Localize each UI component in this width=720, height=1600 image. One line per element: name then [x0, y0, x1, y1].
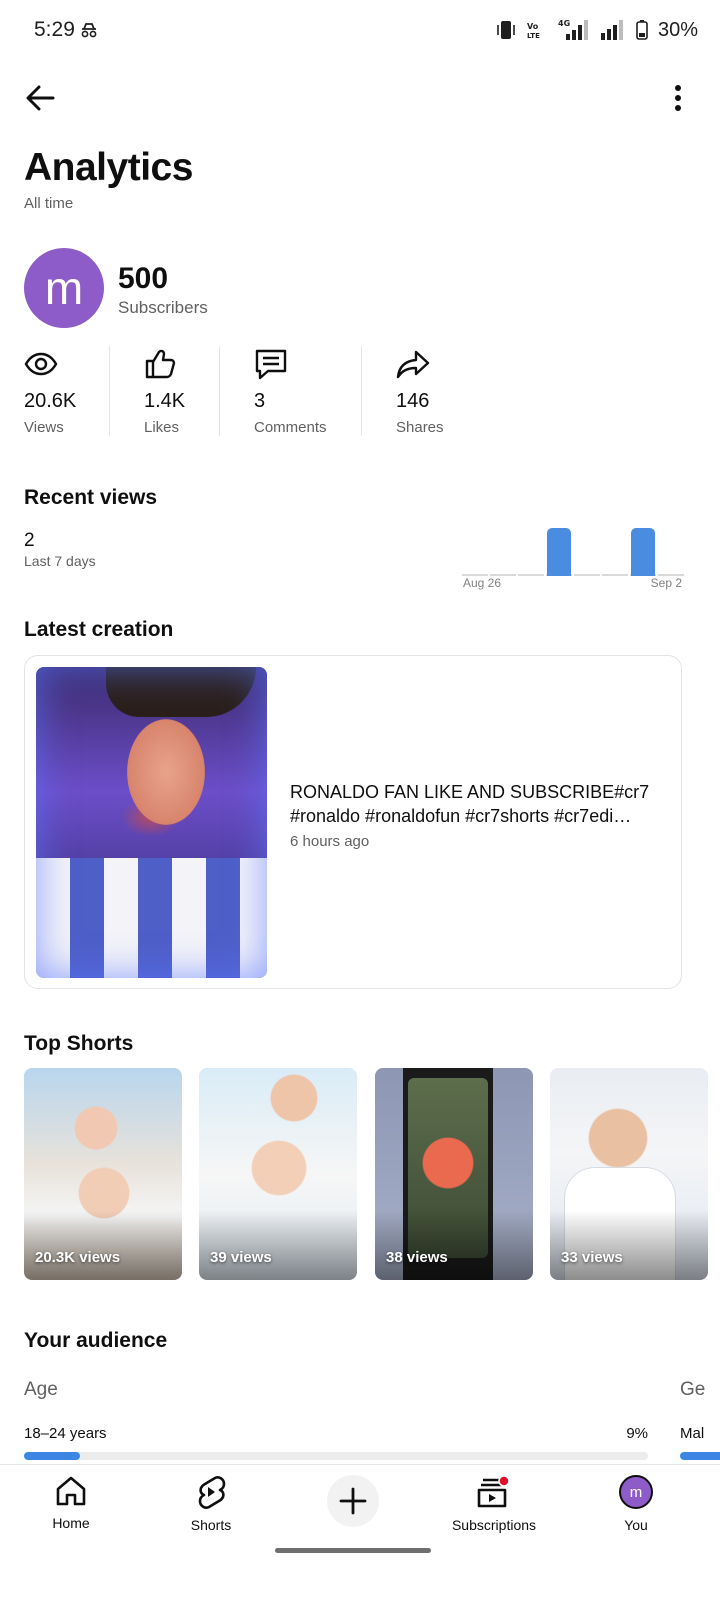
- share-icon: [396, 350, 430, 379]
- short-card[interactable]: 39 views: [199, 1068, 357, 1280]
- chart-bar: [631, 528, 655, 576]
- nav-shorts[interactable]: Shorts: [151, 1475, 271, 1533]
- status-icons: Vo LTE 4G 30%: [496, 16, 698, 44]
- more-vert-icon: [675, 85, 681, 111]
- age-range-percent: 9%: [626, 1425, 648, 1442]
- stat-shares: 146 Shares: [396, 346, 444, 436]
- home-indicator: [275, 1548, 431, 1553]
- status-time: 5:29: [34, 18, 75, 41]
- shares-value: 146: [396, 390, 430, 412]
- page-subtitle: All time: [24, 195, 74, 212]
- stat-divider: [361, 346, 362, 436]
- latest-creation-title: Latest creation: [24, 618, 174, 641]
- nav-shorts-label: Shorts: [190, 1517, 232, 1533]
- video-title-line1: RONALDO FAN LIKE AND SUBSCRIBE#cr7: [290, 782, 650, 802]
- short-card[interactable]: 38 views: [375, 1068, 533, 1280]
- gender-male-label: Mal: [680, 1425, 705, 1442]
- nav-you-label: You: [624, 1517, 648, 1533]
- latest-creation-video-title[interactable]: RONALDO FAN LIKE AND SUBSCRIBE#cr7 #rona…: [290, 780, 662, 828]
- short-views: 39 views: [210, 1249, 272, 1266]
- top-shorts-title: Top Shorts: [24, 1032, 134, 1055]
- eye-icon: [24, 352, 58, 376]
- signal-icon: [600, 19, 626, 41]
- svg-text:4G: 4G: [558, 19, 570, 28]
- likes-value: 1.4K: [144, 390, 186, 412]
- battery-icon: [636, 20, 648, 40]
- page-title: Analytics: [24, 146, 193, 189]
- age-range-label: 18–24 years: [24, 1425, 107, 1442]
- back-button[interactable]: [22, 80, 58, 116]
- gender-progress-fill: [680, 1452, 720, 1460]
- stat-likes: 1.4K Likes: [144, 346, 185, 436]
- views-value: 20.6K: [24, 390, 77, 412]
- chart-baseline: [518, 574, 544, 576]
- chart-baseline: [602, 574, 628, 576]
- nav-home[interactable]: Home: [11, 1475, 131, 1531]
- audience-title: Your audience: [24, 1329, 168, 1352]
- nav-subscriptions[interactable]: Subscriptions: [434, 1475, 554, 1533]
- chart-x-label-end: Sep 2: [650, 576, 682, 590]
- incognito-icon: [80, 22, 98, 43]
- nav-you[interactable]: m You: [576, 1475, 696, 1533]
- you-avatar: m: [619, 1475, 653, 1509]
- recent-views-title: Recent views: [24, 486, 158, 509]
- status-bar: 5:29 Vo LTE 4G 30%: [0, 0, 720, 62]
- more-options-button[interactable]: [666, 80, 690, 116]
- subscriber-count: 500: [118, 262, 169, 295]
- stat-views: 20.6K Views: [24, 346, 76, 436]
- comments-label: Comments: [254, 419, 327, 436]
- bottom-nav: Home Shorts Subscriptions m You: [0, 1464, 720, 1600]
- svg-text:LTE: LTE: [527, 32, 540, 40]
- recent-views-period: Last 7 days: [24, 553, 96, 569]
- recent-views-value: 2: [24, 530, 35, 551]
- age-progress-track: [24, 1452, 648, 1460]
- subscriber-label: Subscribers: [118, 298, 208, 317]
- short-views: 38 views: [386, 1249, 448, 1266]
- chart-x-label-start: Aug 26: [463, 576, 502, 590]
- age-progress-fill: [24, 1452, 81, 1460]
- short-views: 20.3K views: [35, 1249, 121, 1266]
- create-button[interactable]: [327, 1475, 379, 1527]
- likes-label: Likes: [144, 419, 180, 436]
- home-icon: [56, 1476, 86, 1506]
- volte-icon: Vo LTE: [526, 20, 546, 40]
- latest-creation-time: 6 hours ago: [290, 833, 370, 850]
- thumbs-up-icon: [145, 349, 176, 379]
- stats-row: 20.6K Views 1.4K Likes 3 Comments 146 Sh…: [0, 346, 720, 436]
- subscriptions-icon: [477, 1475, 510, 1508]
- stat-comments: 3 Comments: [254, 346, 327, 436]
- plus-icon: [339, 1487, 367, 1515]
- top-shorts-row: 20.3K views 39 views 38 views 33 views: [24, 1068, 720, 1280]
- comment-icon: [255, 349, 287, 380]
- shorts-icon: [198, 1476, 226, 1509]
- nav-home-label: Home: [52, 1515, 90, 1531]
- audience-gender-label: Ge: [680, 1379, 706, 1400]
- short-card[interactable]: 20.3K views: [24, 1068, 182, 1280]
- vibrate-icon: [496, 19, 516, 41]
- battery-percent: 30%: [657, 18, 698, 41]
- comments-value: 3: [254, 390, 266, 412]
- channel-avatar: m: [24, 248, 104, 328]
- chart-baseline: [574, 574, 600, 576]
- video-title-line2: #ronaldo #ronaldofun #cr7shorts #cr7edi…: [290, 806, 632, 826]
- audience-age-label: Age: [24, 1379, 58, 1400]
- svg-text:Vo: Vo: [527, 22, 539, 31]
- recent-views-chart: [462, 520, 684, 576]
- shares-label: Shares: [396, 419, 444, 436]
- stat-divider: [109, 346, 110, 436]
- nav-subscriptions-label: Subscriptions: [451, 1517, 537, 1533]
- signal-4g-icon: 4G: [556, 18, 590, 42]
- stat-divider: [219, 346, 220, 436]
- short-views: 33 views: [561, 1249, 623, 1266]
- latest-creation-thumbnail[interactable]: [36, 667, 267, 978]
- short-card[interactable]: 33 views: [550, 1068, 708, 1280]
- chart-bar: [547, 528, 571, 576]
- arrow-left-icon: [26, 85, 55, 111]
- views-label: Views: [24, 419, 64, 436]
